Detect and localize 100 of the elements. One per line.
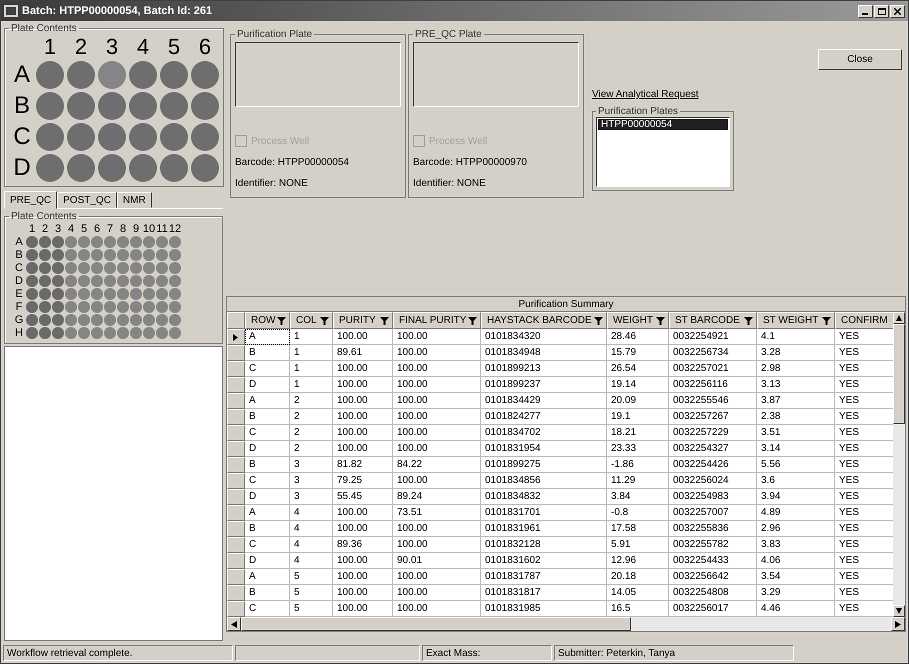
plate-well[interactable] xyxy=(91,288,103,300)
minimize-button[interactable] xyxy=(858,4,873,18)
plate-well[interactable] xyxy=(26,301,38,313)
plate-well[interactable] xyxy=(91,314,103,326)
plate-well[interactable] xyxy=(67,154,95,182)
plate-well[interactable] xyxy=(91,249,103,261)
horizontal-scrollbar[interactable] xyxy=(227,617,905,631)
plate-well[interactable] xyxy=(78,327,90,339)
plate-well[interactable] xyxy=(156,249,168,261)
plate-well[interactable] xyxy=(67,92,95,120)
analytical-request-link[interactable]: View Analytical Request xyxy=(592,89,734,100)
plate-well[interactable] xyxy=(91,262,103,274)
plate-well[interactable] xyxy=(130,262,142,274)
plate-well[interactable] xyxy=(169,288,181,300)
plate-well[interactable] xyxy=(191,154,219,182)
plate-well[interactable] xyxy=(65,288,77,300)
filter-icon[interactable] xyxy=(822,316,831,324)
plate-well[interactable] xyxy=(104,301,116,313)
plate-well[interactable] xyxy=(160,61,188,89)
plate-well[interactable] xyxy=(104,275,116,287)
plate-well[interactable] xyxy=(156,236,168,248)
plate-well[interactable] xyxy=(36,123,64,151)
plate-well[interactable] xyxy=(117,327,129,339)
plate-well[interactable] xyxy=(26,262,38,274)
plate-well[interactable] xyxy=(36,61,64,89)
tab[interactable]: NMR xyxy=(116,192,152,208)
filter-icon[interactable] xyxy=(656,316,665,324)
plate-well[interactable] xyxy=(129,123,157,151)
plate-well[interactable] xyxy=(65,314,77,326)
plate-well[interactable] xyxy=(191,92,219,120)
plate-well[interactable] xyxy=(143,275,155,287)
plate-well[interactable] xyxy=(191,61,219,89)
plate-well[interactable] xyxy=(169,327,181,339)
plate-well[interactable] xyxy=(52,236,64,248)
plate-well[interactable] xyxy=(169,275,181,287)
plate-well[interactable] xyxy=(65,275,77,287)
plate-well[interactable] xyxy=(26,236,38,248)
plate-well[interactable] xyxy=(36,154,64,182)
plate-well[interactable] xyxy=(160,123,188,151)
plate-well[interactable] xyxy=(156,301,168,313)
plate-well[interactable] xyxy=(143,262,155,274)
plate-well[interactable] xyxy=(91,236,103,248)
plate-well[interactable] xyxy=(91,327,103,339)
scroll-down-icon[interactable] xyxy=(896,608,902,614)
plate-well[interactable] xyxy=(143,301,155,313)
plate-well[interactable] xyxy=(130,314,142,326)
plate-well[interactable] xyxy=(78,262,90,274)
plate-well[interactable] xyxy=(52,249,64,261)
maximize-button[interactable] xyxy=(874,4,889,18)
plate-well[interactable] xyxy=(129,92,157,120)
plate-well[interactable] xyxy=(52,314,64,326)
plate-well[interactable] xyxy=(130,301,142,313)
plate-well[interactable] xyxy=(156,275,168,287)
plate-well[interactable] xyxy=(65,249,77,261)
plate-well[interactable] xyxy=(98,92,126,120)
plate-well[interactable] xyxy=(98,154,126,182)
plate-well[interactable] xyxy=(52,288,64,300)
plate-well[interactable] xyxy=(130,327,142,339)
plate-well[interactable] xyxy=(104,236,116,248)
plate-well[interactable] xyxy=(78,301,90,313)
plate-well[interactable] xyxy=(26,314,38,326)
plate-well[interactable] xyxy=(117,288,129,300)
plate-well[interactable] xyxy=(98,123,126,151)
scroll-up-icon[interactable] xyxy=(896,314,902,322)
column-header[interactable]: ST WEIGHT xyxy=(757,312,835,329)
plate-well[interactable] xyxy=(26,249,38,261)
tab[interactable]: POST_QC xyxy=(57,192,117,208)
plate-well[interactable] xyxy=(117,314,129,326)
plate-well[interactable] xyxy=(143,314,155,326)
plate-well[interactable] xyxy=(104,262,116,274)
plate-well[interactable] xyxy=(117,249,129,261)
plate-well[interactable] xyxy=(39,288,51,300)
plate-well[interactable] xyxy=(39,236,51,248)
plate-well[interactable] xyxy=(143,236,155,248)
plate-well[interactable] xyxy=(143,288,155,300)
plate-well[interactable] xyxy=(78,236,90,248)
plate-well[interactable] xyxy=(191,123,219,151)
plate-well[interactable] xyxy=(143,327,155,339)
plate-well[interactable] xyxy=(117,275,129,287)
plate-well[interactable] xyxy=(65,236,77,248)
tab[interactable]: PRE_QC xyxy=(4,191,58,209)
plate-well[interactable] xyxy=(52,327,64,339)
column-header[interactable]: PURITY xyxy=(333,312,393,329)
plate-well[interactable] xyxy=(130,249,142,261)
plate-well[interactable] xyxy=(169,236,181,248)
close-button[interactable] xyxy=(890,4,905,18)
plate-well[interactable] xyxy=(169,301,181,313)
vertical-scrollbar[interactable] xyxy=(893,312,905,617)
plate-well[interactable] xyxy=(26,327,38,339)
plate-well[interactable] xyxy=(98,61,126,89)
row-selector[interactable] xyxy=(227,329,245,345)
plate-well[interactable] xyxy=(130,288,142,300)
plate-well[interactable] xyxy=(169,314,181,326)
plate-well[interactable] xyxy=(52,275,64,287)
plate-well[interactable] xyxy=(104,249,116,261)
plate-well[interactable] xyxy=(130,275,142,287)
plate-well[interactable] xyxy=(156,262,168,274)
plate-well[interactable] xyxy=(67,61,95,89)
plate-well[interactable] xyxy=(65,301,77,313)
filter-icon[interactable] xyxy=(468,316,477,324)
